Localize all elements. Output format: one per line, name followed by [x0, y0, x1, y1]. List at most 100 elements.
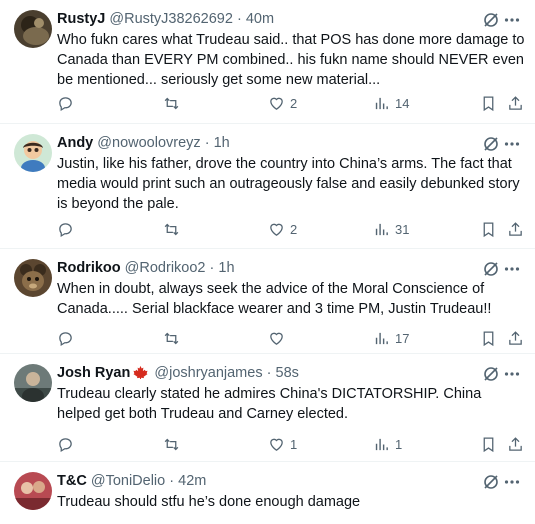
avatar[interactable] — [14, 364, 52, 402]
share-button[interactable] — [507, 93, 524, 113]
share-icon — [509, 95, 522, 110]
more-icon[interactable] — [503, 11, 521, 29]
reply-button[interactable] — [57, 328, 74, 348]
share-icon — [509, 221, 522, 236]
more-icon[interactable] — [503, 135, 521, 153]
share-button[interactable] — [507, 434, 524, 454]
timestamp[interactable]: 58s — [276, 365, 299, 381]
views-button[interactable]: 31 — [373, 219, 409, 239]
grok-icon[interactable] — [483, 366, 499, 382]
bookmark-icon — [483, 221, 494, 237]
avatar[interactable] — [14, 472, 52, 510]
user-handle[interactable]: @Rodrikoo2 — [125, 260, 206, 276]
views-icon — [375, 223, 388, 235]
like-icon — [270, 438, 283, 451]
avatar[interactable] — [14, 259, 52, 297]
tweet-header: Josh Ryan @joshryanjames · 58s — [57, 363, 475, 383]
tweet-text: Who fukn cares what Trudeau said.. that … — [57, 32, 525, 88]
retweet-button[interactable] — [163, 434, 180, 454]
bookmark-icon — [483, 330, 494, 346]
action-bar: 2 31 — [57, 219, 527, 239]
grok-icon[interactable] — [483, 12, 499, 28]
view-count: 31 — [395, 221, 410, 237]
action-bar: 2 14 — [57, 93, 527, 113]
tweet-header: Rodrikoo @Rodrikoo2 · 1h — [57, 258, 475, 278]
bookmark-icon — [483, 436, 494, 452]
tweet[interactable]: RustyJ @RustyJ38262692 · 40m Who fukn ca… — [0, 0, 535, 124]
tweet[interactable]: Rodrikoo @Rodrikoo2 · 1h When in doubt, … — [0, 249, 535, 354]
retweet-icon — [164, 97, 179, 109]
separator-dot: · — [169, 473, 175, 489]
tweet[interactable]: Andy @nowoolovreyz · 1h Justin, like his… — [0, 124, 535, 249]
tweet-header: RustyJ @RustyJ38262692 · 40m — [57, 9, 475, 29]
separator-dot: · — [236, 11, 242, 27]
user-handle[interactable]: @ToniDelio — [91, 473, 165, 489]
tweet-text: Trudeau clearly stated he admires China'… — [57, 386, 482, 422]
bookmark-button[interactable] — [480, 219, 497, 239]
more-icon[interactable] — [503, 473, 521, 491]
like-count: 1 — [290, 436, 298, 452]
timestamp[interactable]: 1h — [214, 135, 230, 151]
timestamp[interactable]: 40m — [246, 11, 274, 27]
display-name[interactable]: T&C — [57, 473, 87, 489]
tweet[interactable]: Josh Ryan @joshryanjames · 58s Trudeau c… — [0, 354, 535, 462]
like-icon — [270, 223, 283, 236]
like-count: 2 — [290, 95, 298, 111]
user-handle[interactable]: @nowoolovreyz — [97, 135, 200, 151]
bookmark-button[interactable] — [480, 328, 497, 348]
retweet-button[interactable] — [163, 93, 180, 113]
action-bar: 17 — [57, 328, 527, 348]
retweet-button[interactable] — [163, 219, 180, 239]
display-name[interactable]: Andy — [57, 135, 93, 151]
like-count: 2 — [290, 221, 298, 237]
views-button[interactable]: 1 — [373, 434, 402, 454]
display-name[interactable]: Josh Ryan — [57, 365, 130, 381]
reply-button[interactable] — [57, 219, 74, 239]
like-button[interactable]: 2 — [268, 219, 297, 239]
like-button[interactable]: 1 — [268, 434, 297, 454]
separator-dot: · — [209, 260, 215, 276]
share-button[interactable] — [507, 219, 524, 239]
tweet-text: When in doubt, always seek the advice of… — [57, 281, 492, 317]
share-icon — [509, 330, 522, 345]
retweet-button[interactable] — [163, 328, 180, 348]
avatar[interactable] — [14, 134, 52, 172]
display-name[interactable]: Rodrikoo — [57, 260, 121, 276]
action-bar: 1 1 — [57, 434, 527, 454]
reply-button[interactable] — [57, 93, 74, 113]
tweet-header: T&C @ToniDelio · 42m — [57, 471, 475, 491]
grok-icon[interactable] — [483, 474, 499, 490]
share-button[interactable] — [507, 328, 524, 348]
views-button[interactable]: 14 — [373, 93, 409, 113]
timestamp[interactable]: 1h — [218, 260, 234, 276]
reply-feed: RustyJ @RustyJ38262692 · 40m Who fukn ca… — [0, 0, 535, 524]
more-icon[interactable] — [503, 365, 521, 383]
tweet-text: Trudeau should stfu he’s done enough dam… — [57, 494, 361, 510]
reply-icon — [59, 222, 72, 237]
reply-icon — [59, 96, 72, 111]
tweet-text: Justin, like his father, drove the count… — [57, 156, 520, 212]
views-button[interactable]: 17 — [373, 328, 409, 348]
share-icon — [509, 436, 522, 451]
user-handle[interactable]: @joshryanjames — [154, 365, 262, 381]
avatar[interactable] — [14, 10, 52, 48]
grok-icon[interactable] — [483, 261, 499, 277]
bookmark-button[interactable] — [480, 434, 497, 454]
views-icon — [375, 97, 388, 109]
timestamp[interactable]: 42m — [178, 473, 206, 489]
retweet-icon — [164, 223, 179, 235]
user-handle[interactable]: @RustyJ38262692 — [109, 11, 233, 27]
bookmark-button[interactable] — [480, 93, 497, 113]
views-icon — [375, 438, 388, 450]
reply-icon — [59, 437, 72, 452]
like-button[interactable] — [268, 328, 290, 348]
tweet[interactable]: T&C @ToniDelio · 42m Trudeau should stfu… — [0, 462, 535, 524]
separator-dot: · — [266, 365, 272, 381]
grok-icon[interactable] — [483, 136, 499, 152]
like-button[interactable]: 2 — [268, 93, 297, 113]
view-count: 17 — [395, 330, 410, 346]
reply-button[interactable] — [57, 434, 74, 454]
reply-icon — [59, 331, 72, 346]
more-icon[interactable] — [503, 260, 521, 278]
display-name[interactable]: RustyJ — [57, 11, 105, 27]
